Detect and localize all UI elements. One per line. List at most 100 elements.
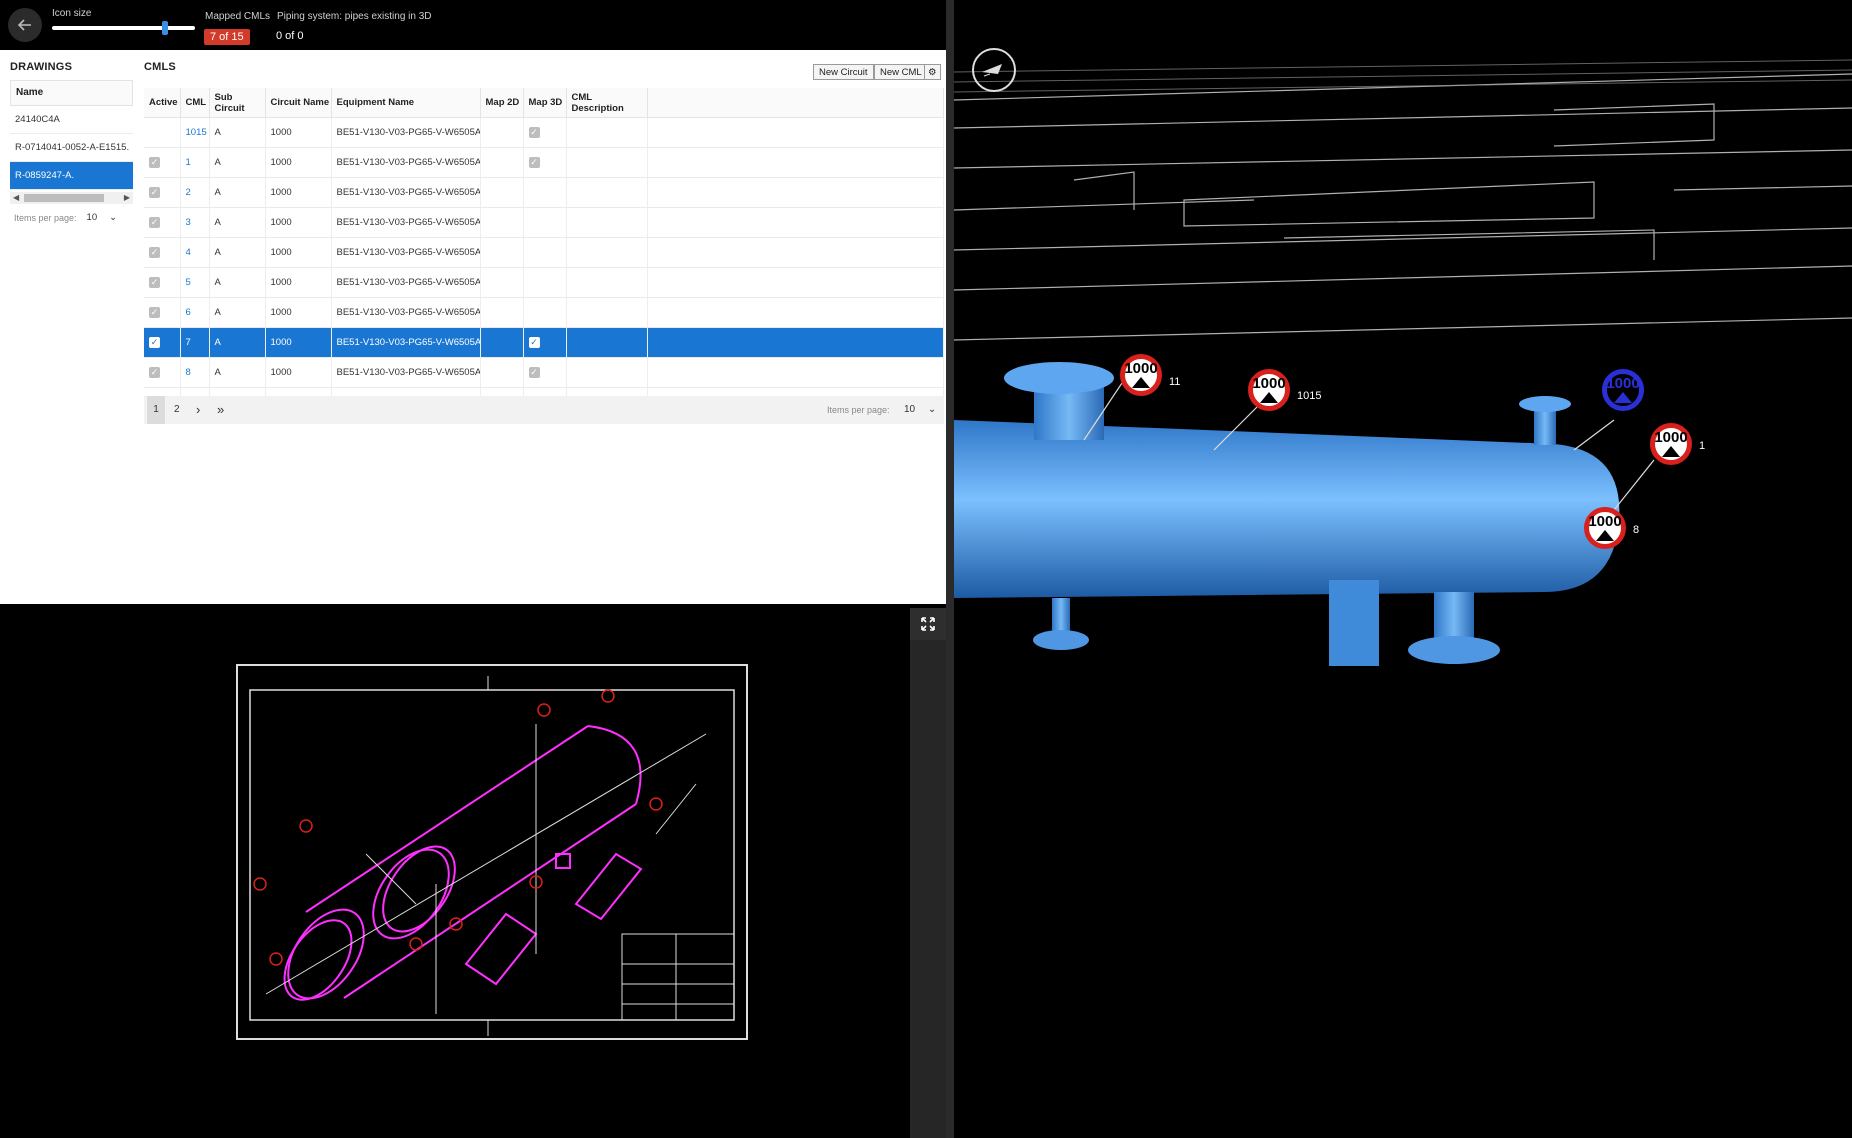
cell-equipment-name[interactable]: BE51-V130-V03-PG65-V-W6505A [331,147,481,178]
map-3d-checkbox[interactable]: ✓ [528,127,540,138]
cml-marker[interactable]: 1000 [1584,507,1626,549]
scroll-right-icon[interactable]: ▶ [124,192,130,204]
cml-link[interactable]: 7 [186,337,191,348]
cell-map-3d[interactable]: ✓ [523,327,567,358]
cell-map-2d[interactable] [480,297,524,328]
cell-active[interactable] [144,117,181,148]
cell-sub-circuit[interactable]: A [209,297,266,328]
cell-cml[interactable]: 5 [180,267,210,298]
cell-circuit-name[interactable]: 1000 [265,147,332,178]
cell-active[interactable]: ✓ [144,207,181,238]
cell-circuit-name[interactable]: 1000 [265,117,332,148]
active-checkbox[interactable]: ✓ [149,157,160,168]
table-row[interactable]: ✓ 3 A 1000 BE51-V130-V03-PG65-V-W6505A [144,207,944,238]
cell-map-2d[interactable] [480,177,524,208]
cml-marker[interactable]: 1000 [1248,369,1290,411]
col-sub-circuit[interactable]: Sub Circuit [209,88,266,118]
new-circuit-button[interactable]: New Circuit [813,64,874,80]
page-1-button[interactable]: 1 [147,396,165,424]
cell-equipment-name[interactable]: BE51-V130-V03-PG65-V-W6505A [331,177,481,208]
active-checkbox[interactable]: ✓ [149,247,160,258]
cell-circuit-name[interactable]: 1000 [265,207,332,238]
new-cml-button[interactable]: New CML [874,64,928,80]
cell-cml-description[interactable] [566,297,648,328]
map-3d-checkbox[interactable]: ✓ [528,367,540,378]
cell-cml-description[interactable] [566,207,648,238]
pressure-vessel-3d[interactable] [954,360,1852,680]
cell-equipment-name[interactable]: BE51-V130-V03-PG65-V-W6505A [331,267,481,298]
cell-map-3d[interactable] [523,207,567,238]
cell-map-3d[interactable] [523,237,567,268]
pager-items-per-page-select[interactable]: 10 ⌄ [904,396,936,424]
cell-map-2d[interactable] [480,207,524,238]
cell-circuit-name[interactable]: 1000 [265,177,332,208]
active-checkbox[interactable]: ✓ [149,187,160,198]
cell-active[interactable]: ✓ [144,237,181,268]
drawing-item-selected[interactable]: R-0859247-A. [10,162,133,190]
cell-active[interactable]: ✓ [144,267,181,298]
cell-map-3d[interactable] [523,297,567,328]
cell-cml[interactable]: 4 [180,237,210,268]
cell-cml[interactable]: 2 [180,177,210,208]
cell-circuit-name[interactable]: 1000 [265,267,332,298]
cell-sub-circuit[interactable]: A [209,237,266,268]
last-page-button[interactable]: » [217,396,224,424]
cell-cml[interactable]: 8 [180,357,210,388]
cell-active[interactable]: ✓ [144,327,181,358]
col-equipment-name[interactable]: Equipment Name [331,88,481,118]
icon-size-slider[interactable] [52,26,195,30]
arrow-left-icon[interactable] [8,8,42,42]
icon-size-slider-thumb[interactable] [162,21,168,35]
scroll-thumb[interactable] [24,194,104,202]
items-per-page-select[interactable]: 10 ⌄ [87,212,118,223]
cell-sub-circuit[interactable]: A [209,267,266,298]
cell-circuit-name[interactable]: 1000 [265,237,332,268]
cml-link[interactable]: 5 [186,277,191,288]
cell-map-3d[interactable] [523,177,567,208]
cell-map-3d[interactable] [523,267,567,298]
cell-map-2d[interactable] [480,357,524,388]
cml-link[interactable]: 1 [186,157,191,168]
cell-cml-description[interactable] [566,147,648,178]
cell-map-2d[interactable] [480,117,524,148]
cell-sub-circuit[interactable]: A [209,207,266,238]
map-3d-checkbox[interactable]: ✓ [528,157,540,168]
cell-active[interactable]: ✓ [144,147,181,178]
col-active[interactable]: Active [144,88,181,118]
cell-circuit-name[interactable]: 1000 [265,357,332,388]
cell-cml-description[interactable] [566,237,648,268]
cell-cml[interactable]: 6 [180,297,210,328]
cml-marker[interactable]: 1000 [1120,354,1162,396]
drawing-item[interactable]: 24140C4A [10,106,133,134]
cml-link[interactable]: 3 [186,217,191,228]
next-page-button[interactable]: › [196,396,200,424]
cell-map-2d[interactable] [480,147,524,178]
isometric-drawing[interactable] [236,664,748,1040]
active-checkbox[interactable]: ✓ [149,277,160,288]
cell-map-2d[interactable] [480,237,524,268]
cell-equipment-name[interactable]: BE51-V130-V03-PG65-V-W6505A [331,237,481,268]
cell-cml[interactable]: 1015 [180,117,210,148]
cell-equipment-name[interactable]: BE51-V130-V03-PG65-V-W6505A [331,327,481,358]
cell-cml-description[interactable] [566,357,648,388]
cell-cml[interactable]: 1 [180,147,210,178]
cell-equipment-name[interactable]: BE51-V130-V03-PG65-V-W6505A [331,297,481,328]
cell-map-2d[interactable] [480,327,524,358]
col-map-2d[interactable]: Map 2D [480,88,524,118]
cell-equipment-name[interactable]: BE51-V130-V03-PG65-V-W6505A [331,357,481,388]
table-row[interactable]: ✓ 2 A 1000 BE51-V130-V03-PG65-V-W6505A [144,177,944,208]
cell-cml-description[interactable] [566,267,648,298]
table-row[interactable]: ✓ 7 A 1000 BE51-V130-V03-PG65-V-W6505A ✓ [144,327,944,358]
drawings-column-name[interactable]: Name [10,80,133,106]
cml-link[interactable]: 2 [186,187,191,198]
cell-active[interactable]: ✓ [144,357,181,388]
cml-marker[interactable]: 1000 [1650,423,1692,465]
table-row[interactable]: ✓ 1 A 1000 BE51-V130-V03-PG65-V-W6505A ✓ [144,147,944,178]
cell-sub-circuit[interactable]: A [209,357,266,388]
cell-cml-description[interactable] [566,117,648,148]
table-row[interactable]: 1015 A 1000 BE51-V130-V03-PG65-V-W6505A ✓ [144,117,944,148]
active-checkbox[interactable]: ✓ [149,367,160,378]
table-row[interactable]: ✓ 4 A 1000 BE51-V130-V03-PG65-V-W6505A [144,237,944,268]
3d-view[interactable]: 1000 11 1000 1015 1000 1000 1 1000 8 [954,0,1852,1138]
col-cml-description[interactable]: CML Description [566,88,648,118]
